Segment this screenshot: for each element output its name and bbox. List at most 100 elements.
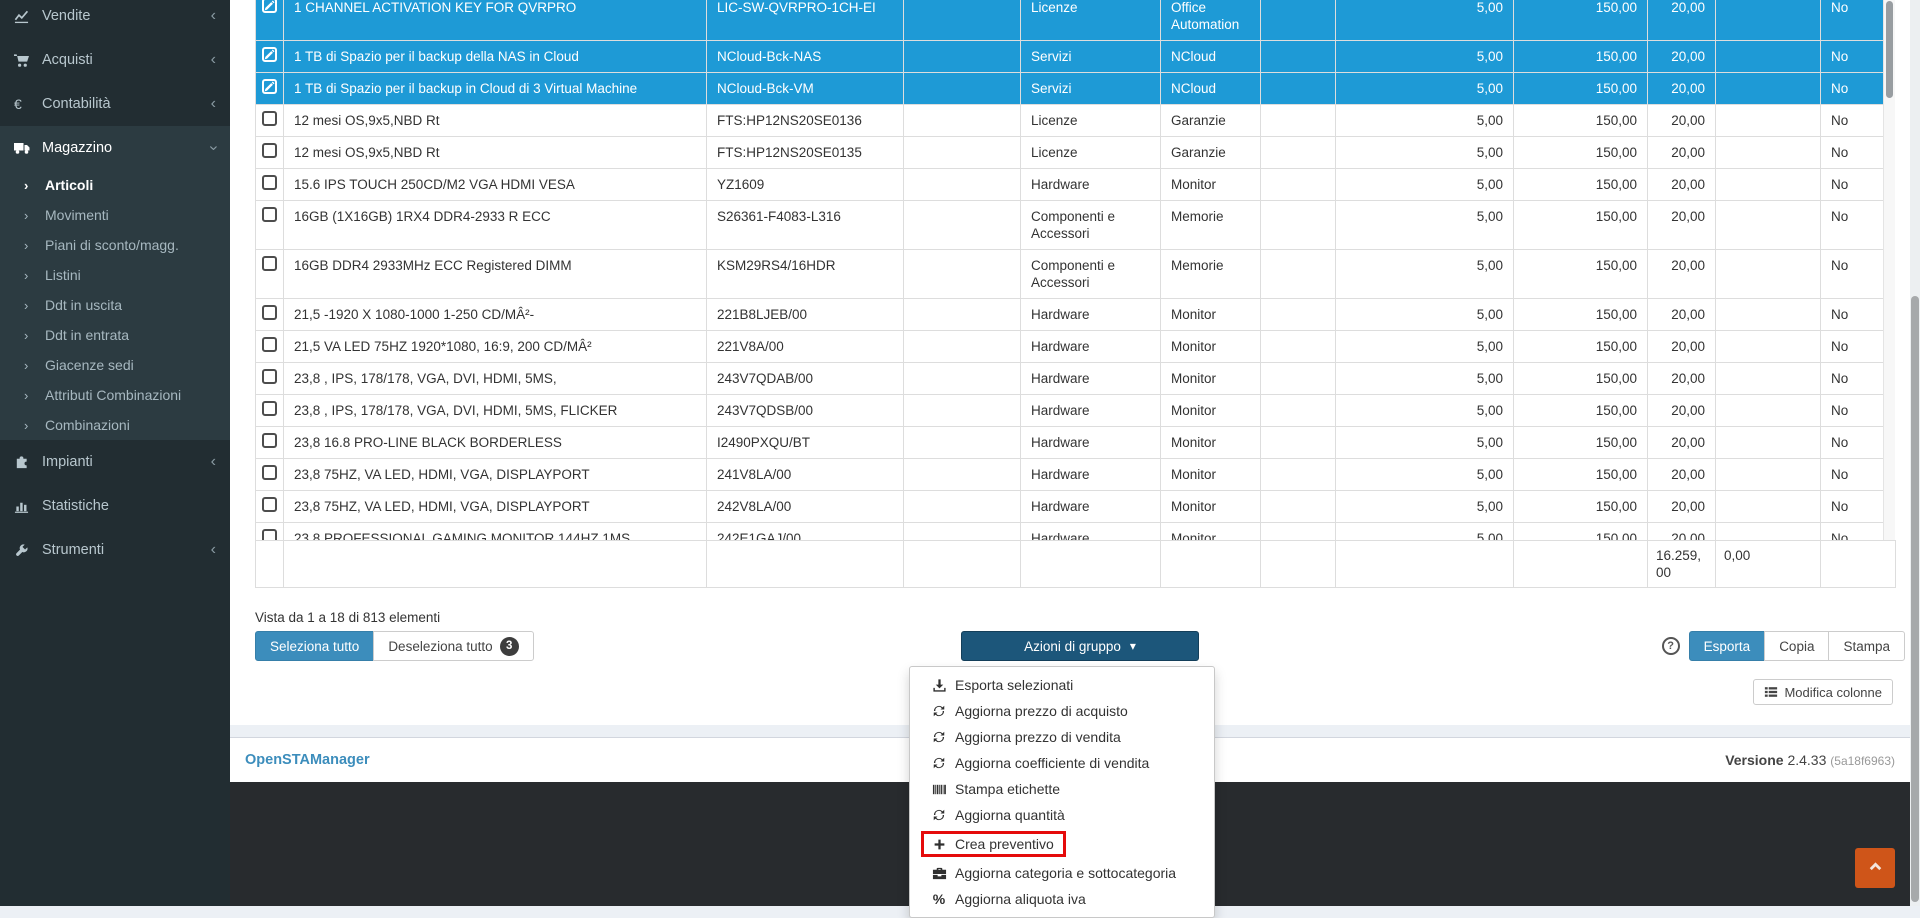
export-tools: ? Esporta Copia Stampa [1661, 631, 1905, 661]
menu-item-aggiorna-aliquota-iva[interactable]: % Aggiorna aliquota iva [910, 886, 1214, 912]
sidebar-item-combinazioni[interactable]: › Combinazioni [0, 410, 230, 440]
copy-button[interactable]: Copia [1764, 631, 1830, 661]
sidebar-item-magazzino[interactable]: Magazzino ‹ [0, 126, 230, 170]
sidebar-item-impianti[interactable]: Impianti ‹ [0, 440, 230, 484]
menu-item-aggiorna-prezzo-di-acquisto[interactable]: Aggiorna prezzo di acquisto [910, 698, 1214, 724]
cell-code: LIC-SW-QVRPRO-1CH-EI [706, 0, 904, 41]
cell-code: NCloud-Bck-VM [706, 72, 904, 105]
menu-item-crea-preventivo[interactable]: Crea preventivo [910, 828, 1214, 860]
table-row[interactable]: 23,8 , IPS, 178/178, VGA, DVI, HDMI, 5MS… [255, 394, 1895, 427]
cell-subcategory: Monitor [1160, 394, 1261, 427]
sidebar-item-contabilita[interactable]: € Contabilità ‹ [0, 82, 230, 126]
row-checkbox[interactable] [262, 337, 277, 352]
row-checkbox[interactable] [262, 305, 277, 320]
row-checkbox[interactable] [262, 433, 277, 448]
cell-empty [1715, 426, 1821, 459]
sidebar-item-vendite[interactable]: Vendite ‹ [0, 0, 230, 38]
edit-columns-button[interactable]: Modifica colonne [1753, 679, 1893, 705]
cell-empty [1715, 490, 1821, 523]
row-checkbox[interactable] [262, 175, 277, 190]
row-checkbox[interactable] [262, 111, 277, 126]
cell-empty [903, 458, 1021, 491]
menu-item-esporta-selezionati[interactable]: Esporta selezionati [910, 672, 1214, 698]
table-row[interactable]: 23,8 75HZ, VA LED, HDMI, VGA, DISPLAYPOR… [255, 458, 1895, 491]
row-checkbox[interactable] [262, 465, 277, 480]
row-checkbox[interactable] [262, 0, 277, 13]
select-all-button[interactable]: Seleziona tutto [255, 631, 375, 661]
sidebar-item-label: Ddt in uscita [45, 297, 123, 313]
print-button[interactable]: Stampa [1828, 631, 1905, 661]
cell-empty [1260, 40, 1336, 73]
sidebar-item-movimenti[interactable]: › Movimenti [0, 200, 230, 230]
table-row[interactable]: 21,5 VA LED 75HZ 1920*1080, 16:9, 200 CD… [255, 330, 1895, 363]
version-info: Versione 2.4.33 (5a18f6963) [1725, 752, 1895, 768]
cell-empty [1260, 522, 1336, 540]
help-icon[interactable]: ? [1661, 637, 1680, 655]
menu-item-stampa-etichette[interactable]: Stampa etichette [910, 776, 1214, 802]
row-checkbox[interactable] [262, 256, 277, 271]
table-scroll-area[interactable]: 1 CHANNEL ACTIVATION KEY FOR QVRPRO LIC-S… [255, 0, 1895, 540]
menu-item-label: Crea preventivo [955, 836, 1054, 852]
menu-item-aggiorna-categoria-e-sottocategoria[interactable]: Aggiorna categoria e sottocategoria [910, 860, 1214, 886]
row-checkbox[interactable] [262, 207, 277, 222]
table-row[interactable]: 23,8 75HZ, VA LED, HDMI, VGA, DISPLAYPOR… [255, 490, 1895, 523]
cell-empty [1260, 426, 1336, 459]
menu-item-aggiorna-coefficiente-di-vendita[interactable]: Aggiorna coefficiente di vendita [910, 750, 1214, 776]
cell-description: 16GB DDR4 2933MHz ECC Registered DIMM [283, 249, 707, 299]
totals-table-row: 16.259,00 0,00 [255, 540, 1896, 588]
brand-link[interactable]: OpenSTAManager [245, 752, 370, 768]
table-row[interactable]: 15.6 IPS TOUCH 250CD/M2 VGA HDMI VESA YZ1… [255, 168, 1895, 201]
row-checkbox[interactable] [262, 79, 277, 94]
sidebar-item-ddt-in-entrata[interactable]: › Ddt in entrata [0, 320, 230, 350]
table-row[interactable]: 1 TB di Spazio per il backup della NAS i… [255, 40, 1895, 73]
table-scrollbar[interactable] [1883, 0, 1895, 540]
menu-item-aggiorna-prezzo-di-vendita[interactable]: Aggiorna prezzo di vendita [910, 724, 1214, 750]
cell-vat: 20,00 [1647, 0, 1716, 41]
sidebar-item-listini[interactable]: › Listini [0, 260, 230, 290]
table-row[interactable]: 12 mesi OS,9x5,NBD Rt FTS:HP12NS20SE0136 L… [255, 104, 1895, 137]
row-checkbox[interactable] [262, 143, 277, 158]
sidebar-item-ddt-in-uscita[interactable]: › Ddt in uscita [0, 290, 230, 320]
page-scrollbar[interactable] [1910, 0, 1920, 906]
table-row[interactable]: 16GB DDR4 2933MHz ECC Registered DIMM KSM… [255, 249, 1895, 299]
cell-price: 150,00 [1513, 72, 1648, 105]
row-checkbox[interactable] [262, 369, 277, 384]
row-checkbox[interactable] [262, 401, 277, 416]
table-row[interactable]: 16GB (1X16GB) 1RX4 DDR4-2933 R ECC S26361… [255, 200, 1895, 250]
export-button[interactable]: Esporta [1688, 631, 1766, 661]
row-checkbox[interactable] [262, 529, 277, 540]
table-scrollbar-thumb[interactable] [1886, 1, 1893, 98]
table-row[interactable]: 23.8 PROFESSIONAL GAMING MONITOR 144HZ 1… [255, 522, 1895, 540]
deselect-all-label: Deseleziona tutto [388, 638, 493, 654]
sidebar-item-articoli[interactable]: › Articoli [0, 170, 230, 200]
cell-qty: 5,00 [1335, 72, 1514, 105]
table-row[interactable]: 1 TB di Spazio per il backup in Cloud di… [255, 72, 1895, 105]
table-row[interactable]: 23,8 , IPS, 178/178, VGA, DVI, HDMI, 5MS… [255, 362, 1895, 395]
sidebar-item-strumenti[interactable]: Strumenti ‹ [0, 528, 230, 572]
deselect-all-button[interactable]: Deseleziona tutto 3 [373, 631, 534, 661]
row-checkbox[interactable] [262, 497, 277, 512]
sidebar-item-acquisti[interactable]: Acquisti ‹ [0, 38, 230, 82]
scroll-to-top-button[interactable] [1855, 848, 1895, 888]
sidebar-item-giacenze-sedi[interactable]: › Giacenze sedi [0, 350, 230, 380]
group-actions-button[interactable]: Azioni di gruppo ▾ [961, 631, 1199, 661]
menu-item-aggiorna-quantit[interactable]: Aggiorna quantità [910, 802, 1214, 828]
cell-empty [1260, 249, 1336, 299]
cell-code: I2490PXQU/BT [706, 426, 904, 459]
total-extra-value: 0,00 [1715, 540, 1821, 588]
table-row[interactable]: 23,8 16.8 PRO-LINE BLACK BORDERLESS I2490… [255, 426, 1895, 459]
sidebar-item-statistiche[interactable]: Statistiche [0, 484, 230, 528]
sidebar-menu: Vendite ‹ Acquisti ‹ € Contabilità ‹ Magazzino ‹… [0, 0, 230, 572]
cell-empty [1715, 168, 1821, 201]
table-row[interactable]: 1 CHANNEL ACTIVATION KEY FOR QVRPRO LIC-S… [255, 0, 1895, 41]
sidebar-item-attributi-combinazioni[interactable]: › Attributi Combinazioni [0, 380, 230, 410]
table-row[interactable]: 21,5 -1920 X 1080-1000 1-250 CD/MÂ²- 221B… [255, 298, 1895, 331]
sidebar-item-piani-di-sconto-magg[interactable]: › Piani di sconto/magg. [0, 230, 230, 260]
cell-code: FTS:HP12NS20SE0135 [706, 136, 904, 169]
cell-empty [903, 330, 1021, 363]
refresh-icon [930, 756, 948, 770]
table-row[interactable]: 12 mesi OS,9x5,NBD Rt FTS:HP12NS20SE0135 L… [255, 136, 1895, 169]
cell-price: 150,00 [1513, 458, 1648, 491]
row-checkbox[interactable] [262, 47, 277, 62]
page-scrollbar-thumb[interactable] [1911, 296, 1919, 902]
